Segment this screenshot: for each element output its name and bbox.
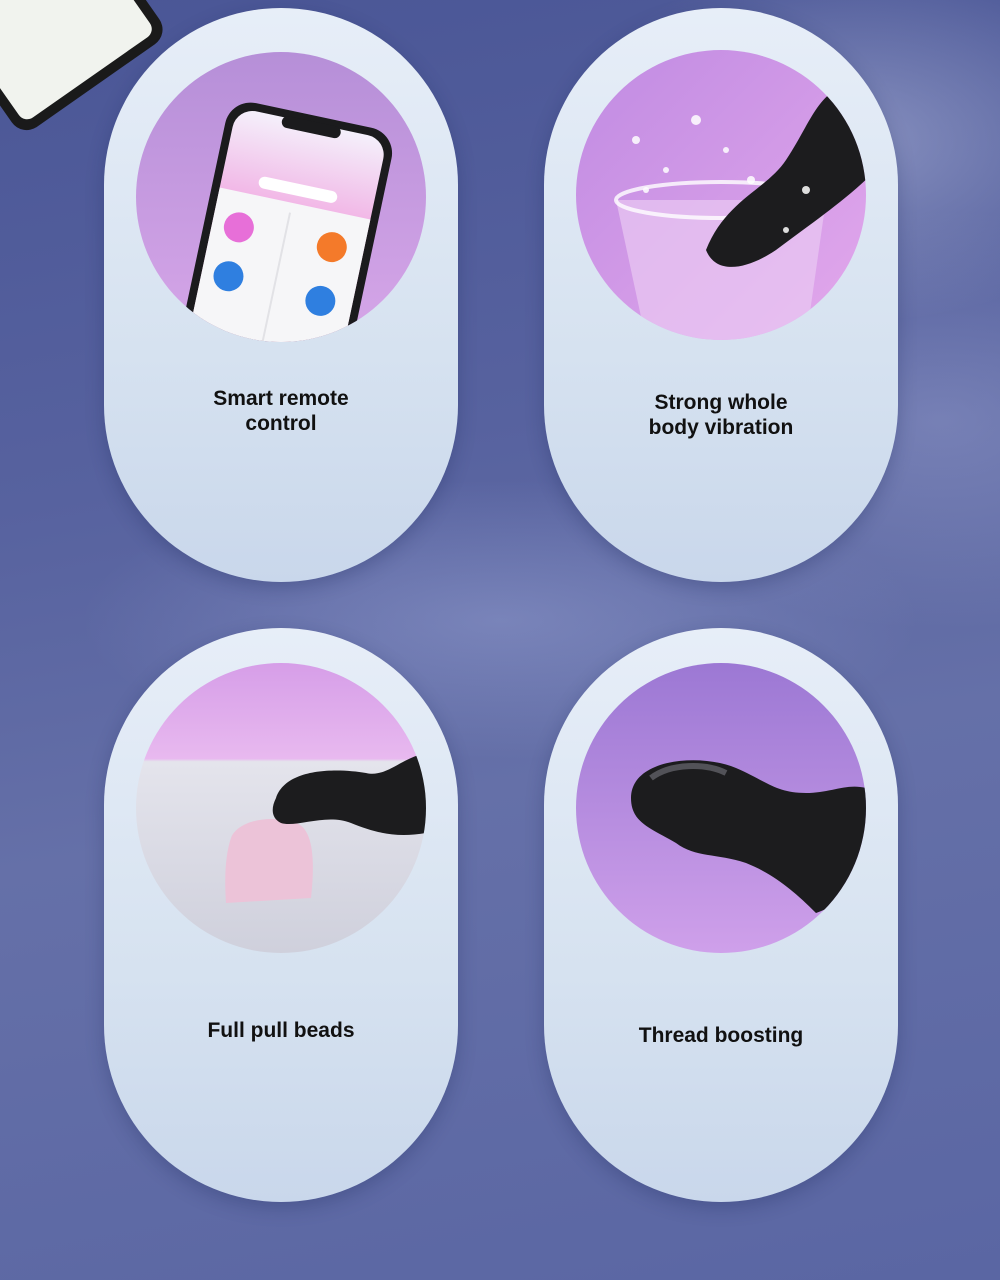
pink-ice-photo <box>136 663 426 953</box>
feature-card-beads: Full pull beads <box>104 628 458 1202</box>
feature-title-thread: Thread boosting <box>638 1024 804 1047</box>
water-splash-photo <box>576 50 866 340</box>
product-closeup-photo <box>576 663 866 953</box>
feature-title-remote: Smart remote control <box>213 387 349 435</box>
feature-card-thread: Thread boosting <box>544 628 898 1202</box>
feature-title-vibration: Strong whole body vibration <box>648 391 794 439</box>
feature-card-remote: Smart remote control <box>104 8 458 582</box>
feature-card-vibration: Strong whole body vibration <box>544 8 898 582</box>
app-phone-photo <box>136 52 426 342</box>
feature-title-beads: Full pull beads <box>207 1019 355 1042</box>
